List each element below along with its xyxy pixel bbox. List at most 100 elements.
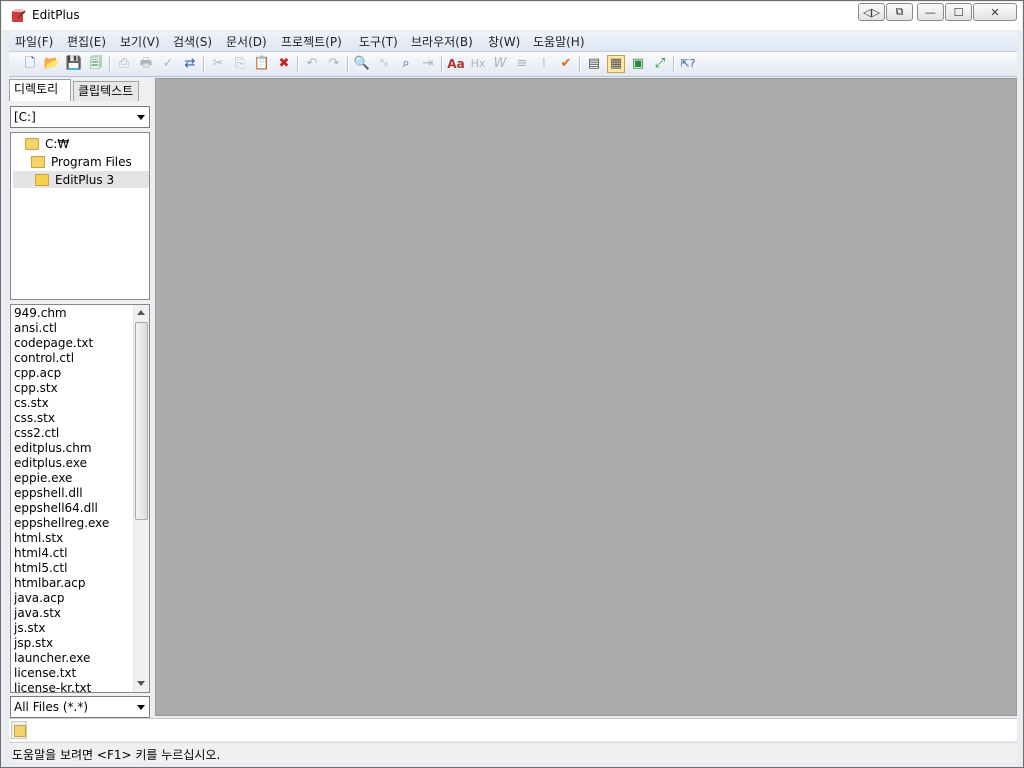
- scroll-down-arrow-icon[interactable]: [137, 681, 145, 686]
- tree-item-editplus-3[interactable]: EditPlus 3: [13, 171, 149, 188]
- file-list-scrollbar[interactable]: [133, 305, 149, 692]
- file-list[interactable]: 949.chm ansi.ctl codepage.txt control.ctl cp…: [10, 304, 150, 693]
- spellcheck-icon[interactable]: ✓: [159, 55, 177, 73]
- print-preview-icon[interactable]: ⎙: [115, 55, 133, 73]
- drive-value: [C:]: [14, 110, 36, 124]
- minimize-button[interactable]: —: [917, 3, 944, 21]
- file-list-item[interactable]: launcher.exe: [14, 651, 90, 666]
- window-title: EditPlus: [32, 8, 80, 22]
- menu-bar: 파일(F) 편집(E) 보기(V) 검색(S) 문서(D) 프로젝트(P) 도구…: [9, 31, 1017, 52]
- open-folder-icon[interactable]: 📂: [43, 55, 61, 73]
- find-icon[interactable]: 🔍: [353, 55, 371, 73]
- caption-restore-layout-button[interactable]: ◁▷: [858, 3, 885, 21]
- maximize-button[interactable]: ☐: [945, 3, 972, 21]
- scrollbar-thumb[interactable]: [135, 322, 148, 520]
- font-icon[interactable]: Aa: [447, 55, 465, 73]
- file-list-item[interactable]: eppshell.dll: [14, 486, 83, 501]
- file-list-item[interactable]: java.acp: [14, 591, 65, 606]
- maximize-icon: ☐: [953, 5, 964, 19]
- file-list-item[interactable]: js.stx: [14, 621, 45, 636]
- file-list-item[interactable]: htmlbar.acp: [14, 576, 86, 591]
- folder-icon: [14, 725, 26, 737]
- file-list-item[interactable]: editplus.chm: [14, 441, 92, 456]
- scroll-up-arrow-icon[interactable]: [137, 310, 145, 315]
- file-list-item[interactable]: html.stx: [14, 531, 63, 546]
- chevron-down-icon: [137, 115, 145, 120]
- file-list-item[interactable]: eppshell64.dll: [14, 501, 98, 516]
- goto-line-icon[interactable]: ⇥: [419, 55, 437, 73]
- file-list-item[interactable]: html4.ctl: [14, 546, 67, 561]
- file-list-item[interactable]: license-kr.txt: [14, 681, 91, 692]
- chevron-down-icon: [137, 705, 145, 710]
- tile-icon: ⧉: [895, 5, 904, 18]
- tree-item-c-drive[interactable]: C:₩: [25, 135, 69, 152]
- tree-item-label: Program Files: [51, 154, 132, 169]
- help-pointer-icon[interactable]: ⇱?: [679, 55, 697, 73]
- directory-window-icon[interactable]: ▦: [607, 55, 625, 73]
- folder-tree[interactable]: C:₩ Program Files EditPlus 3: [10, 132, 150, 300]
- menu-tools[interactable]: 도구(T): [359, 33, 398, 50]
- menu-file[interactable]: 파일(F): [15, 33, 53, 50]
- menu-browser[interactable]: 브라우저(B): [411, 33, 473, 50]
- menu-project[interactable]: 프로젝트(P): [281, 33, 342, 50]
- file-list-item[interactable]: eppie.exe: [14, 471, 72, 486]
- tab-directory[interactable]: 디렉토리: [9, 79, 71, 101]
- document-tab[interactable]: [11, 721, 27, 739]
- undo-icon[interactable]: ↶: [303, 55, 321, 73]
- file-list-item[interactable]: html5.ctl: [14, 561, 67, 576]
- find-in-files-icon[interactable]: ⌕: [397, 55, 415, 73]
- tree-item-program-files[interactable]: Program Files: [31, 153, 132, 170]
- close-button[interactable]: ✕: [973, 3, 1017, 21]
- file-list-item[interactable]: java.stx: [14, 606, 61, 621]
- tab-cliptext[interactable]: 클립텍스트: [73, 81, 139, 101]
- folder-icon: [25, 137, 39, 150]
- file-list-item[interactable]: 949.chm: [14, 306, 67, 321]
- drive-select[interactable]: [C:]: [10, 106, 150, 128]
- file-list-item[interactable]: license.txt: [14, 666, 76, 681]
- file-list-item[interactable]: cpp.stx: [14, 381, 58, 396]
- browser-preview-icon[interactable]: ⇄: [181, 55, 199, 73]
- replace-icon[interactable]: ᴬᵦ: [375, 55, 393, 73]
- file-list-item[interactable]: editplus.exe: [14, 456, 87, 471]
- line-number-icon[interactable]: ≡: [513, 55, 531, 73]
- directory-pane: 디렉토리 클립텍스트 [C:] C:₩ Program Files EditPl…: [9, 78, 151, 718]
- menu-view[interactable]: 보기(V): [120, 33, 160, 50]
- caption-tile-button[interactable]: ⧉: [886, 3, 913, 21]
- file-list-item[interactable]: cpp.acp: [14, 366, 61, 381]
- editor-area[interactable]: [155, 78, 1017, 716]
- file-list-item[interactable]: css.stx: [14, 411, 55, 426]
- file-list-item[interactable]: eppshellreg.exe: [14, 516, 109, 531]
- menu-help[interactable]: 도움말(H): [533, 33, 585, 50]
- file-list-item[interactable]: ansi.ctl: [14, 321, 57, 336]
- output-window-icon[interactable]: ▤: [585, 55, 603, 73]
- menu-edit[interactable]: 편집(E): [67, 33, 106, 50]
- tree-item-label: C:₩: [45, 136, 70, 151]
- print-icon[interactable]: 🖶: [137, 55, 155, 73]
- check-icon[interactable]: ✔: [557, 55, 575, 73]
- file-list-item[interactable]: codepage.txt: [14, 336, 93, 351]
- save-all-icon[interactable]: 🗐: [87, 55, 105, 73]
- status-text: 도움말을 보려면 <F1> 키를 누르십시오.: [12, 748, 221, 762]
- file-list-item[interactable]: cs.stx: [14, 396, 49, 411]
- redo-icon[interactable]: ↷: [325, 55, 343, 73]
- file-list-item[interactable]: css2.ctl: [14, 426, 59, 441]
- file-list-item[interactable]: jsp.stx: [14, 636, 53, 651]
- cliptext-icon[interactable]: ▣: [629, 55, 647, 73]
- new-file-icon[interactable]: 🗋: [21, 55, 39, 73]
- copy-icon[interactable]: ⎘: [231, 55, 249, 73]
- folder-icon: [31, 155, 45, 168]
- hex-icon[interactable]: Hx: [469, 55, 487, 73]
- paste-icon[interactable]: 📋: [253, 55, 271, 73]
- file-filter-select[interactable]: All Files (*.*): [10, 696, 150, 718]
- title-bar[interactable]: EditPlus ◁▷ ⧉ — ☐ ✕: [2, 2, 1022, 30]
- menu-search[interactable]: 검색(S): [173, 33, 212, 50]
- full-screen-icon[interactable]: ⤢: [651, 55, 669, 73]
- menu-document[interactable]: 문서(D): [226, 33, 267, 50]
- word-wrap-icon[interactable]: W: [491, 55, 509, 73]
- delete-icon[interactable]: ✖: [275, 55, 293, 73]
- file-list-item[interactable]: control.ctl: [14, 351, 74, 366]
- cut-icon[interactable]: ✂: [209, 55, 227, 73]
- ruler-icon[interactable]: ⁞: [535, 55, 553, 73]
- save-icon[interactable]: 💾: [65, 55, 83, 73]
- menu-window[interactable]: 창(W): [488, 33, 520, 50]
